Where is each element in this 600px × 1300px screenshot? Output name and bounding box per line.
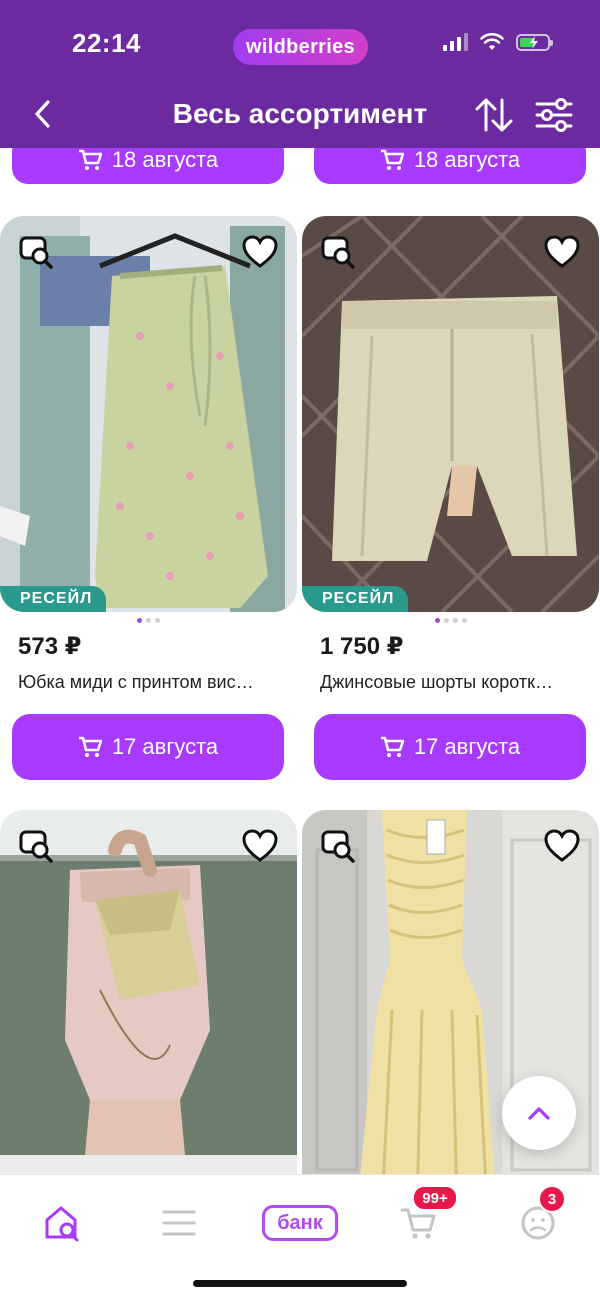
cart-icon	[78, 149, 102, 170]
favorite-heart-icon[interactable]	[241, 234, 279, 270]
cellular-signal-icon	[443, 33, 468, 51]
sort-button[interactable]	[474, 96, 514, 134]
scroll-to-top-button[interactable]	[502, 1076, 576, 1150]
nav-bank[interactable]: банк	[260, 1193, 340, 1253]
nav-catalog[interactable]	[149, 1193, 209, 1253]
product-price: 573 ₽	[18, 633, 82, 660]
add-to-cart-button[interactable]: 17 августа	[314, 714, 586, 780]
delivery-button[interactable]: 18 августа	[314, 148, 586, 184]
app-header: 22:14 wildberries Весь ассортимент	[0, 0, 600, 148]
nav-profile[interactable]: 3	[508, 1185, 568, 1253]
product-card[interactable]: РЕСЕЙЛ 573 ₽ Юбка миди с принтом вис… 17…	[0, 216, 297, 780]
status-icons	[443, 33, 553, 51]
add-to-cart-button[interactable]: 17 августа	[12, 714, 284, 780]
home-indicator	[193, 1280, 407, 1287]
resale-badge: РЕСЕЙЛ	[302, 586, 409, 612]
product-name[interactable]: Юбка миди с принтом вис…	[18, 672, 288, 693]
chevron-up-icon	[528, 1107, 550, 1120]
product-image[interactable]	[0, 810, 297, 1174]
nav-cart[interactable]: 99+	[388, 1185, 458, 1253]
product-photo	[302, 216, 599, 612]
delivery-label: 18 августа	[111, 148, 219, 172]
photo-index-dots	[0, 618, 297, 623]
sort-arrows-icon	[475, 98, 513, 132]
product-grid: 18 августа 18 августа РЕСЕЙЛ 573 ₽ Юбка …	[0, 148, 600, 1174]
product-image[interactable]: РЕСЕЙЛ	[302, 216, 599, 612]
similar-search-icon[interactable]	[18, 828, 54, 864]
cart-count-badge: 99+	[412, 1185, 458, 1211]
wifi-icon	[480, 33, 504, 50]
favorite-heart-icon[interactable]	[241, 828, 279, 864]
cart-icon	[400, 1208, 436, 1239]
nav-home[interactable]	[32, 1193, 92, 1253]
bank-label: банк	[262, 1205, 338, 1241]
product-photo	[0, 216, 297, 612]
product-card[interactable]: РЕСЕЙЛ 1 750 ₽ Джинсовые шорты коротк… 1…	[302, 216, 599, 780]
product-price: 1 750 ₽	[320, 633, 404, 660]
brand-logo: wildberries	[233, 29, 368, 65]
product-card[interactable]	[0, 810, 297, 1174]
delivery-date: 17 августа	[111, 734, 219, 759]
cart-icon	[78, 736, 102, 757]
filter-button[interactable]	[534, 96, 574, 134]
similar-search-icon[interactable]	[320, 234, 356, 270]
catalog-menu-icon	[162, 1210, 196, 1236]
battery-icon	[516, 33, 553, 51]
resale-badge: РЕСЕЙЛ	[0, 586, 107, 612]
similar-search-icon[interactable]	[18, 234, 54, 270]
favorite-heart-icon[interactable]	[543, 234, 581, 270]
delivery-button[interactable]: 18 августа	[12, 148, 284, 184]
product-name[interactable]: Джинсовые шорты коротк…	[320, 672, 590, 693]
cart-icon	[380, 736, 404, 757]
favorite-heart-icon[interactable]	[543, 828, 581, 864]
product-image[interactable]: РЕСЕЙЛ	[0, 216, 297, 612]
photo-index-dots	[302, 618, 599, 623]
home-search-icon	[45, 1206, 79, 1242]
similar-search-icon[interactable]	[320, 828, 356, 864]
delivery-date: 17 августа	[413, 734, 521, 759]
cart-icon	[380, 149, 404, 170]
delivery-label: 18 августа	[413, 148, 521, 172]
profile-notification-badge: 3	[538, 1185, 566, 1213]
filter-sliders-icon	[535, 98, 573, 132]
product-photo	[0, 810, 297, 1174]
status-time: 22:14	[72, 28, 141, 58]
